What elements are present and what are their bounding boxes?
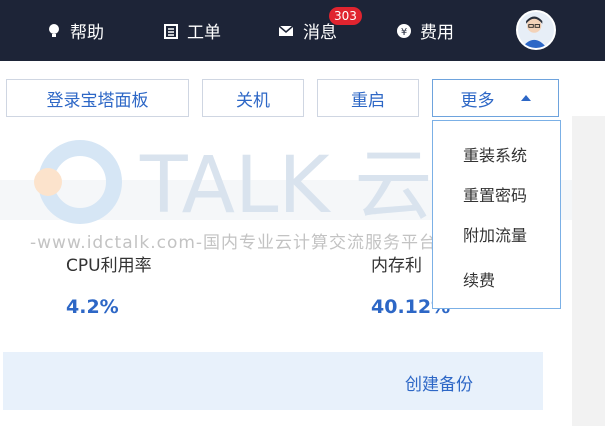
create-backup-link[interactable]: 创建备份: [405, 370, 473, 395]
user-avatar[interactable]: [516, 10, 556, 50]
restart-button[interactable]: 重启: [317, 79, 419, 117]
menu-item-reinstall-system[interactable]: 重装系统: [463, 142, 527, 166]
nav-fees[interactable]: ¥ 费用: [396, 0, 454, 61]
more-dropdown-menu: 重装系统 重置密码 附加流量 续费: [432, 120, 561, 309]
watermark-url: -www.idctalk.com-国内专业云计算交流服务平台-: [30, 233, 445, 253]
currency-icon: ¥: [397, 23, 411, 38]
top-navigation-bar: 帮助 工单 消息 303 ¥ 费用: [0, 0, 605, 61]
login-panel-button[interactable]: 登录宝塔面板: [6, 79, 189, 117]
nav-help[interactable]: 帮助: [46, 0, 104, 61]
right-gutter: [572, 116, 605, 426]
menu-item-reset-password[interactable]: 重置密码: [463, 182, 527, 206]
message-count-badge: 303: [329, 7, 362, 25]
more-button-label: 更多: [460, 90, 495, 111]
envelope-icon: [278, 24, 294, 36]
menu-item-renew[interactable]: 续费: [463, 267, 495, 291]
nav-message[interactable]: 消息 303: [277, 0, 362, 61]
more-button[interactable]: 更多: [432, 79, 559, 117]
nav-fees-label: 费用: [420, 23, 454, 43]
caret-up-icon: [520, 95, 531, 101]
user-avatar-icon: [521, 16, 547, 48]
memory-usage-label: 内存利: [371, 256, 422, 276]
nav-ticket[interactable]: 工单: [163, 0, 221, 61]
svg-text:¥: ¥: [401, 27, 407, 38]
clipboard-icon: [164, 23, 178, 39]
menu-item-add-traffic[interactable]: 附加流量: [463, 222, 527, 246]
nav-ticket-label: 工单: [187, 23, 221, 43]
lightbulb-icon: [49, 23, 59, 37]
cpu-usage-value: 4.2%: [66, 296, 119, 318]
nav-help-label: 帮助: [70, 23, 104, 43]
cpu-usage-label: CPU利用率: [66, 256, 152, 276]
shutdown-button[interactable]: 关机: [202, 79, 304, 117]
